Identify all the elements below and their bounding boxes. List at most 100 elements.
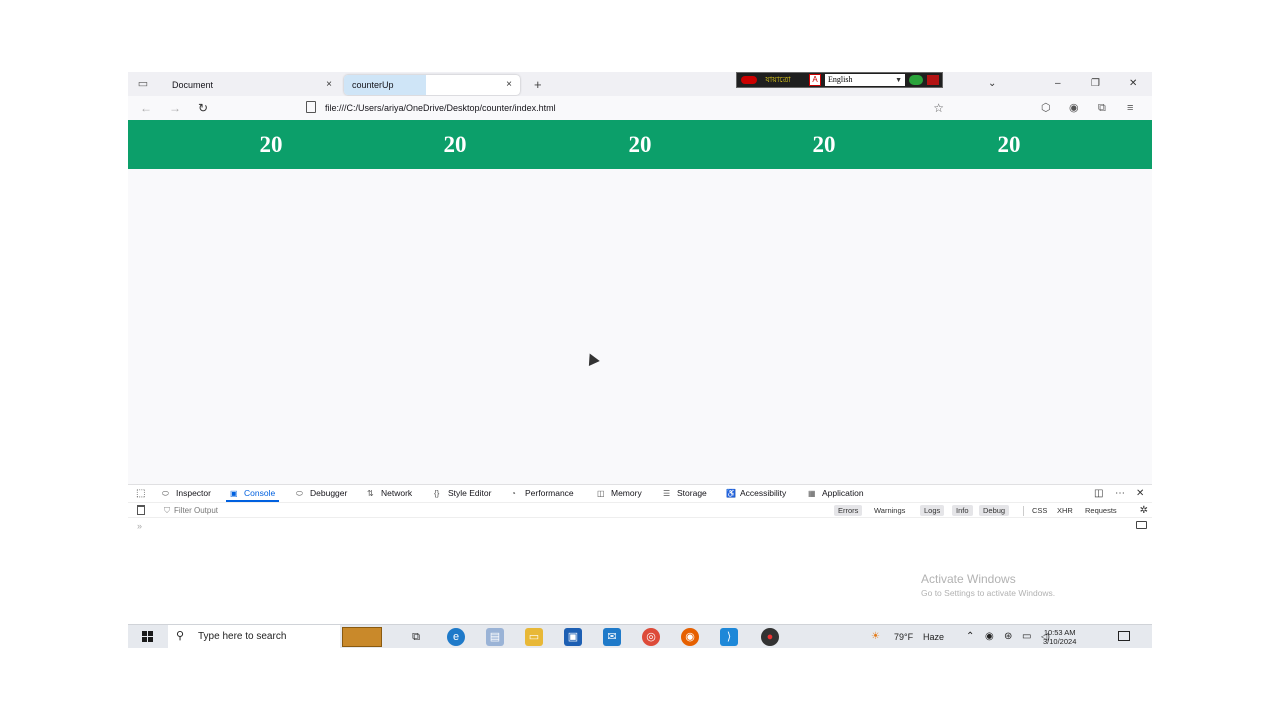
tab-label: Accessibility: [740, 488, 787, 498]
firefox-icon[interactable]: ◉: [681, 628, 699, 646]
tab-counterup[interactable]: counterUp ×: [344, 75, 520, 95]
close-window-button[interactable]: ✕: [1129, 77, 1137, 91]
tab-close-icon[interactable]: ×: [506, 75, 512, 95]
url-bar[interactable]: file:///C:/Users/ariya/OneDrive/Desktop/…: [302, 98, 954, 118]
level-info[interactable]: Info: [952, 505, 973, 516]
watermark-title: Activate Windows: [921, 572, 1016, 586]
counter-value: 20: [812, 132, 836, 157]
weather-icon[interactable]: ☀: [871, 625, 880, 648]
menu-icon[interactable]: ≡: [1127, 100, 1133, 116]
more-options-icon[interactable]: ⋯: [1115, 485, 1125, 502]
record-icon[interactable]: ◉: [985, 625, 994, 648]
taskbar-search[interactable]: ⚲ Type here to search: [168, 625, 382, 648]
counter-value: 20: [997, 132, 1021, 157]
language-logo: যায়াত্রো: [739, 74, 805, 86]
tab-label: Network: [381, 488, 413, 498]
forward-button[interactable]: →: [169, 100, 181, 116]
counter-value: 20: [443, 132, 467, 157]
divider: [1023, 506, 1024, 516]
document-app-icon[interactable]: ▤: [486, 628, 504, 646]
account-icon[interactable]: ◉: [1069, 100, 1079, 116]
level-errors[interactable]: Errors: [834, 505, 863, 516]
pocket-icon[interactable]: ⬡: [1041, 100, 1051, 116]
tab-label: Console: [244, 488, 276, 498]
type-xhr[interactable]: XHR: [1053, 505, 1077, 516]
minimize-button[interactable]: –: [1055, 77, 1061, 91]
weather-condition[interactable]: Haze: [923, 625, 944, 648]
tab-style-editor[interactable]: {} Style Editor: [434, 485, 491, 502]
back-button[interactable]: ←: [140, 100, 152, 116]
filter-input[interactable]: Filter Output: [174, 503, 218, 518]
console-prompt[interactable]: »: [137, 521, 142, 531]
bookmark-star-icon[interactable]: ☆: [933, 98, 944, 118]
windows-start-icon[interactable]: [142, 631, 154, 643]
taskbar: ⚲ Type here to search ⧉ e ▤ ▭ ▣ ✉ ◎ ◉ ⟩ …: [128, 624, 1152, 648]
level-warnings[interactable]: Warnings: [870, 505, 909, 516]
store-icon[interactable]: ▣: [564, 628, 582, 646]
split-console-icon[interactable]: [1136, 521, 1147, 529]
flag-icon[interactable]: [927, 75, 939, 85]
tab-memory[interactable]: ◫ Memory: [597, 485, 642, 502]
extensions-icon[interactable]: ⧉: [1098, 100, 1106, 116]
dock-icon[interactable]: ◫: [1094, 485, 1103, 502]
mouse-cursor: [584, 350, 600, 367]
tab-label: counterUp: [352, 80, 394, 90]
file-explorer-icon[interactable]: ▭: [525, 628, 543, 646]
type-requests[interactable]: Requests: [1081, 505, 1121, 516]
language-select[interactable]: English ▼: [825, 74, 905, 86]
tab-document[interactable]: Document ×: [164, 75, 340, 95]
tab-storage[interactable]: ☰ Storage: [663, 485, 707, 502]
pick-element-icon[interactable]: ⬚: [136, 485, 145, 502]
counter-value: 20: [259, 132, 283, 157]
search-icon: ⚲: [176, 630, 185, 642]
tab-list-icon[interactable]: ▭: [136, 77, 150, 91]
weather-temp[interactable]: 79°F: [894, 625, 913, 648]
list-all-tabs-icon[interactable]: ⌄: [988, 77, 996, 91]
screen: ▭ Document × counterUp × + যায়াত্রো A E…: [128, 72, 1152, 648]
devtools-panel: ⬚ ⬭ Inspector ▣ Console ⬭ Debugger ⇅ Network…: [128, 484, 1152, 624]
watermark-subtitle: Go to Settings to activate Windows.: [921, 588, 1056, 598]
vscode-icon[interactable]: ⟩: [720, 628, 738, 646]
debugger-icon: ⬭: [296, 489, 303, 498]
clear-console-icon[interactable]: [137, 505, 145, 515]
restore-button[interactable]: ❐: [1091, 77, 1100, 91]
performance-icon: ◔: [511, 489, 516, 498]
language-value: English: [828, 75, 853, 84]
network-icon[interactable]: ▭: [1022, 625, 1031, 648]
tab-label: Inspector: [176, 488, 211, 498]
type-css[interactable]: CSS: [1028, 505, 1051, 516]
app-icon[interactable]: ●: [761, 628, 779, 646]
tab-network[interactable]: ⇅ Network: [367, 485, 412, 502]
tab-performance[interactable]: ◔ Performance: [511, 485, 574, 502]
tab-close-icon[interactable]: ×: [326, 75, 332, 95]
url-text[interactable]: file:///C:/Users/ariya/OneDrive/Desktop/…: [325, 98, 556, 118]
chevron-down-icon: ▼: [895, 76, 902, 84]
notification-icon[interactable]: [1118, 631, 1130, 641]
chrome-icon[interactable]: ◎: [642, 628, 660, 646]
new-tab-button[interactable]: +: [534, 75, 542, 95]
level-logs[interactable]: Logs: [920, 505, 945, 516]
counter-band: 20 20 20 20 20: [128, 120, 1152, 169]
tab-label: Debugger: [310, 488, 348, 498]
close-devtools-icon[interactable]: ✕: [1136, 485, 1144, 502]
tab-inspector[interactable]: ⬭ Inspector: [162, 485, 211, 502]
clock[interactable]: 10:53 AM 3/10/2024: [1043, 628, 1076, 646]
tab-accessibility[interactable]: ♿ Accessibility: [726, 485, 786, 502]
task-view-icon[interactable]: ⧉: [407, 628, 425, 646]
network-icon: ⇅: [367, 489, 374, 498]
gear-icon[interactable]: ✲: [1140, 503, 1148, 518]
level-debug[interactable]: Debug: [979, 505, 1010, 516]
chevron-up-icon[interactable]: ⌃: [966, 625, 974, 648]
tab-console[interactable]: ▣ Console: [226, 485, 280, 502]
edge-icon[interactable]: e: [447, 628, 465, 646]
reload-button[interactable]: ↻: [198, 100, 208, 116]
tab-label: Document: [172, 80, 214, 90]
meet-icon[interactable]: ⊛: [1004, 625, 1012, 648]
tab-label: Style Editor: [448, 488, 492, 498]
tab-debugger[interactable]: ⬭ Debugger: [296, 485, 347, 502]
tab-application[interactable]: ▦ Application: [808, 485, 864, 502]
mail-icon[interactable]: ✉: [603, 628, 621, 646]
keyboard-icon[interactable]: A: [809, 74, 821, 86]
navigation-bar: ← → ↻ file:///C:/Users/ariya/OneDrive/De…: [128, 96, 1152, 120]
globe-icon[interactable]: [909, 75, 923, 85]
